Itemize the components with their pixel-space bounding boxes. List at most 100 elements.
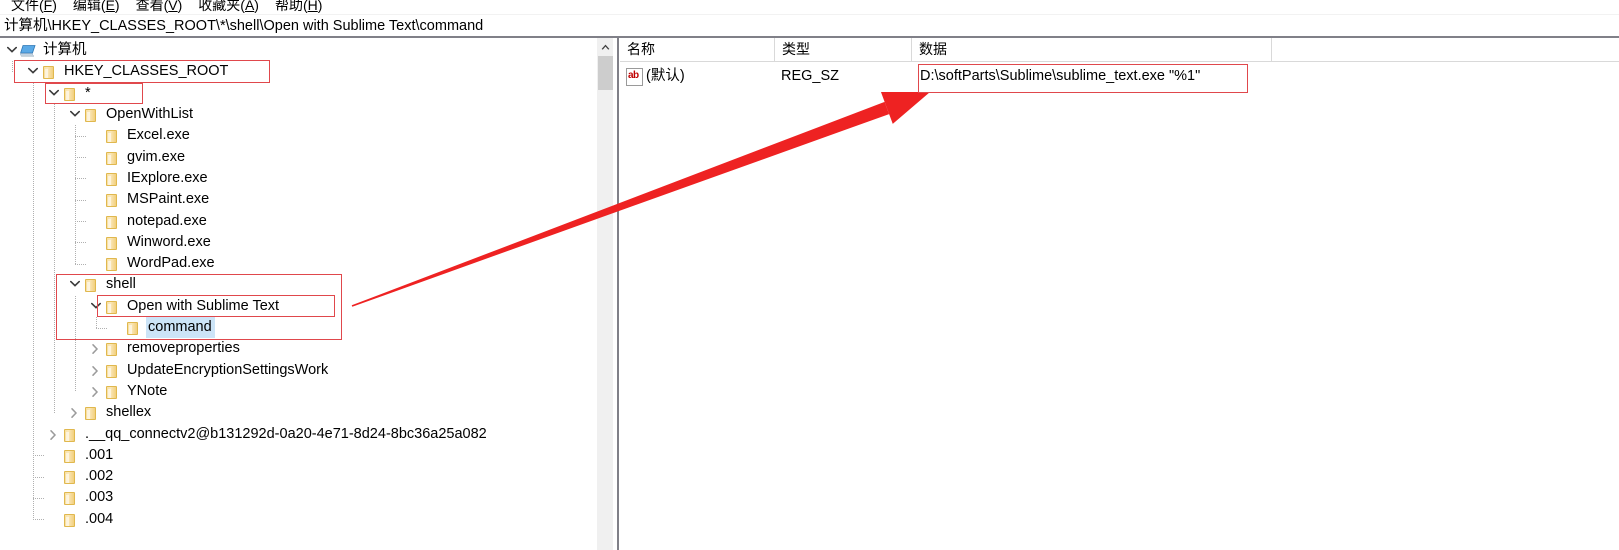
tree-node[interactable]: * <box>0 83 596 104</box>
twisty-empty <box>46 466 62 487</box>
menu-item-label: 文件(F) <box>11 0 57 13</box>
chevron-down-icon[interactable] <box>67 104 83 125</box>
chevron-down-icon[interactable] <box>67 274 83 295</box>
folder-icon <box>104 214 120 229</box>
menu-bar: 文件(F) 编辑(E) 查看(V) 收藏夹(A) 帮助(H) <box>0 0 1619 15</box>
pane-splitter[interactable] <box>613 38 620 550</box>
chevron-down-icon[interactable] <box>25 61 41 82</box>
tree-node[interactable]: notepad.exe <box>0 210 596 231</box>
registry-tree-pane[interactable]: 计算机 HKEY_CLASSES_ROOT * OpenWithList Excel.e… <box>0 38 596 550</box>
folder-glyph <box>43 66 54 80</box>
chevron-right-icon[interactable] <box>46 424 62 445</box>
chevron-down-icon[interactable] <box>4 40 20 61</box>
folder-icon <box>62 86 78 101</box>
tree-node[interactable]: Winword.exe <box>0 232 596 253</box>
menu-item-3[interactable]: 查看(V) <box>129 0 192 15</box>
folder-glyph <box>127 322 138 336</box>
folder-icon <box>104 128 120 144</box>
tree-node[interactable]: shell <box>0 274 596 295</box>
chevron-right-icon[interactable] <box>88 338 104 359</box>
tree-node[interactable]: 计算机 <box>0 40 596 61</box>
value-name-text: (默认) <box>646 68 685 84</box>
tree-node[interactable]: YNote <box>0 381 596 402</box>
chevron-down-icon[interactable] <box>46 83 62 104</box>
string-value-icon: ab <box>626 68 643 86</box>
value-row[interactable]: ab (默认) REG_SZ D:\softParts\Sublime\sublime… <box>620 64 1619 89</box>
folder-icon <box>83 107 99 123</box>
menu-mnemonic: H <box>307 0 318 13</box>
twisty-empty <box>88 211 104 232</box>
menu-item-label: 收藏夹(A) <box>198 0 259 13</box>
scrollbar-thumb[interactable] <box>598 56 613 90</box>
tree-node[interactable]: removeproperties <box>0 338 596 359</box>
twisty-empty <box>88 232 104 253</box>
tree-node[interactable]: UpdateEncryptionSettingsWork <box>0 360 596 381</box>
ab-glyph: ab <box>628 70 639 81</box>
chevron-right-icon[interactable] <box>67 402 83 423</box>
tree-node-label: IExplore.exe <box>127 169 208 186</box>
menu-item-2[interactable]: 编辑(E) <box>66 0 129 15</box>
folder-icon <box>104 256 120 272</box>
tree-node-label: shell <box>106 276 136 293</box>
folder-glyph <box>64 492 75 506</box>
tree-node-label: YNote <box>127 382 168 399</box>
tree-node-label: 计算机 <box>43 42 87 59</box>
folder-icon <box>62 490 78 506</box>
tree-node[interactable]: .001 <box>0 445 596 466</box>
chevron-right-icon[interactable] <box>88 381 104 402</box>
tree-node-label: MSPaint.exe <box>127 191 210 208</box>
tree-node[interactable]: HKEY_CLASSES_ROOT <box>0 61 596 82</box>
tree-node-label: removeproperties <box>127 340 240 357</box>
tree-node[interactable]: WordPad.exe <box>0 253 596 274</box>
column-header-2[interactable]: 类型 <box>775 38 912 61</box>
tree-node[interactable]: .003 <box>0 487 596 508</box>
chevron-right-icon[interactable] <box>88 360 104 381</box>
menu-item-4[interactable]: 收藏夹(A) <box>191 0 268 15</box>
folder-icon <box>104 299 120 314</box>
tree-node[interactable]: .__qq_connectv2@b131292d-0a20-4e71-8d24-… <box>0 423 596 444</box>
registry-values-pane[interactable]: 名称 类型 数据 ab (默认) REG_SZ D:\softParts\Sublime\… <box>620 38 1619 550</box>
menu-item-5[interactable]: 帮助(H) <box>268 0 331 15</box>
scroll-up-arrow-icon[interactable] <box>597 38 613 55</box>
folder-icon <box>104 192 120 208</box>
folder-icon <box>104 341 120 357</box>
column-header-filler <box>1272 38 1619 61</box>
tree-node[interactable]: command <box>0 317 596 339</box>
folder-glyph <box>106 300 117 314</box>
folder-glyph <box>64 449 75 463</box>
folder-glyph <box>106 215 117 229</box>
tree-node-label: .003 <box>85 489 114 506</box>
folder-glyph <box>64 87 75 101</box>
tree-node[interactable]: Open with Sublime Text <box>0 296 596 317</box>
folder-glyph <box>106 130 117 144</box>
column-header-1[interactable]: 名称 <box>620 38 775 61</box>
tree-node[interactable]: gvim.exe <box>0 147 596 168</box>
tree-node[interactable]: IExplore.exe <box>0 168 596 189</box>
address-path-text: 计算机\HKEY_CLASSES_ROOT\*\shell\Open with … <box>4 18 484 34</box>
tree-node-label: .__qq_connectv2@b131292d-0a20-4e71-8d24-… <box>85 425 487 442</box>
folder-icon <box>83 277 99 293</box>
address-bar[interactable]: 计算机\HKEY_CLASSES_ROOT\*\shell\Open with … <box>0 15 1619 37</box>
tree-node[interactable]: MSPaint.exe <box>0 189 596 210</box>
folder-glyph <box>64 513 75 527</box>
tree-node[interactable]: shellex <box>0 402 596 423</box>
twisty-empty <box>88 125 104 146</box>
folder-glyph <box>85 407 96 421</box>
folder-icon <box>104 235 120 250</box>
values-column-header[interactable]: 名称 类型 数据 <box>620 38 1619 62</box>
folder-glyph <box>106 151 117 165</box>
menu-item-label: 帮助(H) <box>275 0 322 13</box>
tree-node[interactable]: .002 <box>0 466 596 487</box>
tree-node[interactable]: Excel.exe <box>0 125 596 146</box>
folder-glyph <box>64 428 75 442</box>
folder-icon <box>83 405 99 421</box>
menu-item-1[interactable]: 文件(F) <box>4 0 66 15</box>
chevron-down-icon[interactable] <box>88 296 104 317</box>
tree-node[interactable]: .004 <box>0 509 596 530</box>
folder-glyph <box>106 343 117 357</box>
value-type-cell: REG_SZ <box>781 68 840 84</box>
column-header-3[interactable]: 数据 <box>912 38 1272 61</box>
tree-node[interactable]: OpenWithList <box>0 104 596 125</box>
tree-vertical-scrollbar[interactable] <box>596 38 613 550</box>
tree-node-label: OpenWithList <box>106 106 194 123</box>
